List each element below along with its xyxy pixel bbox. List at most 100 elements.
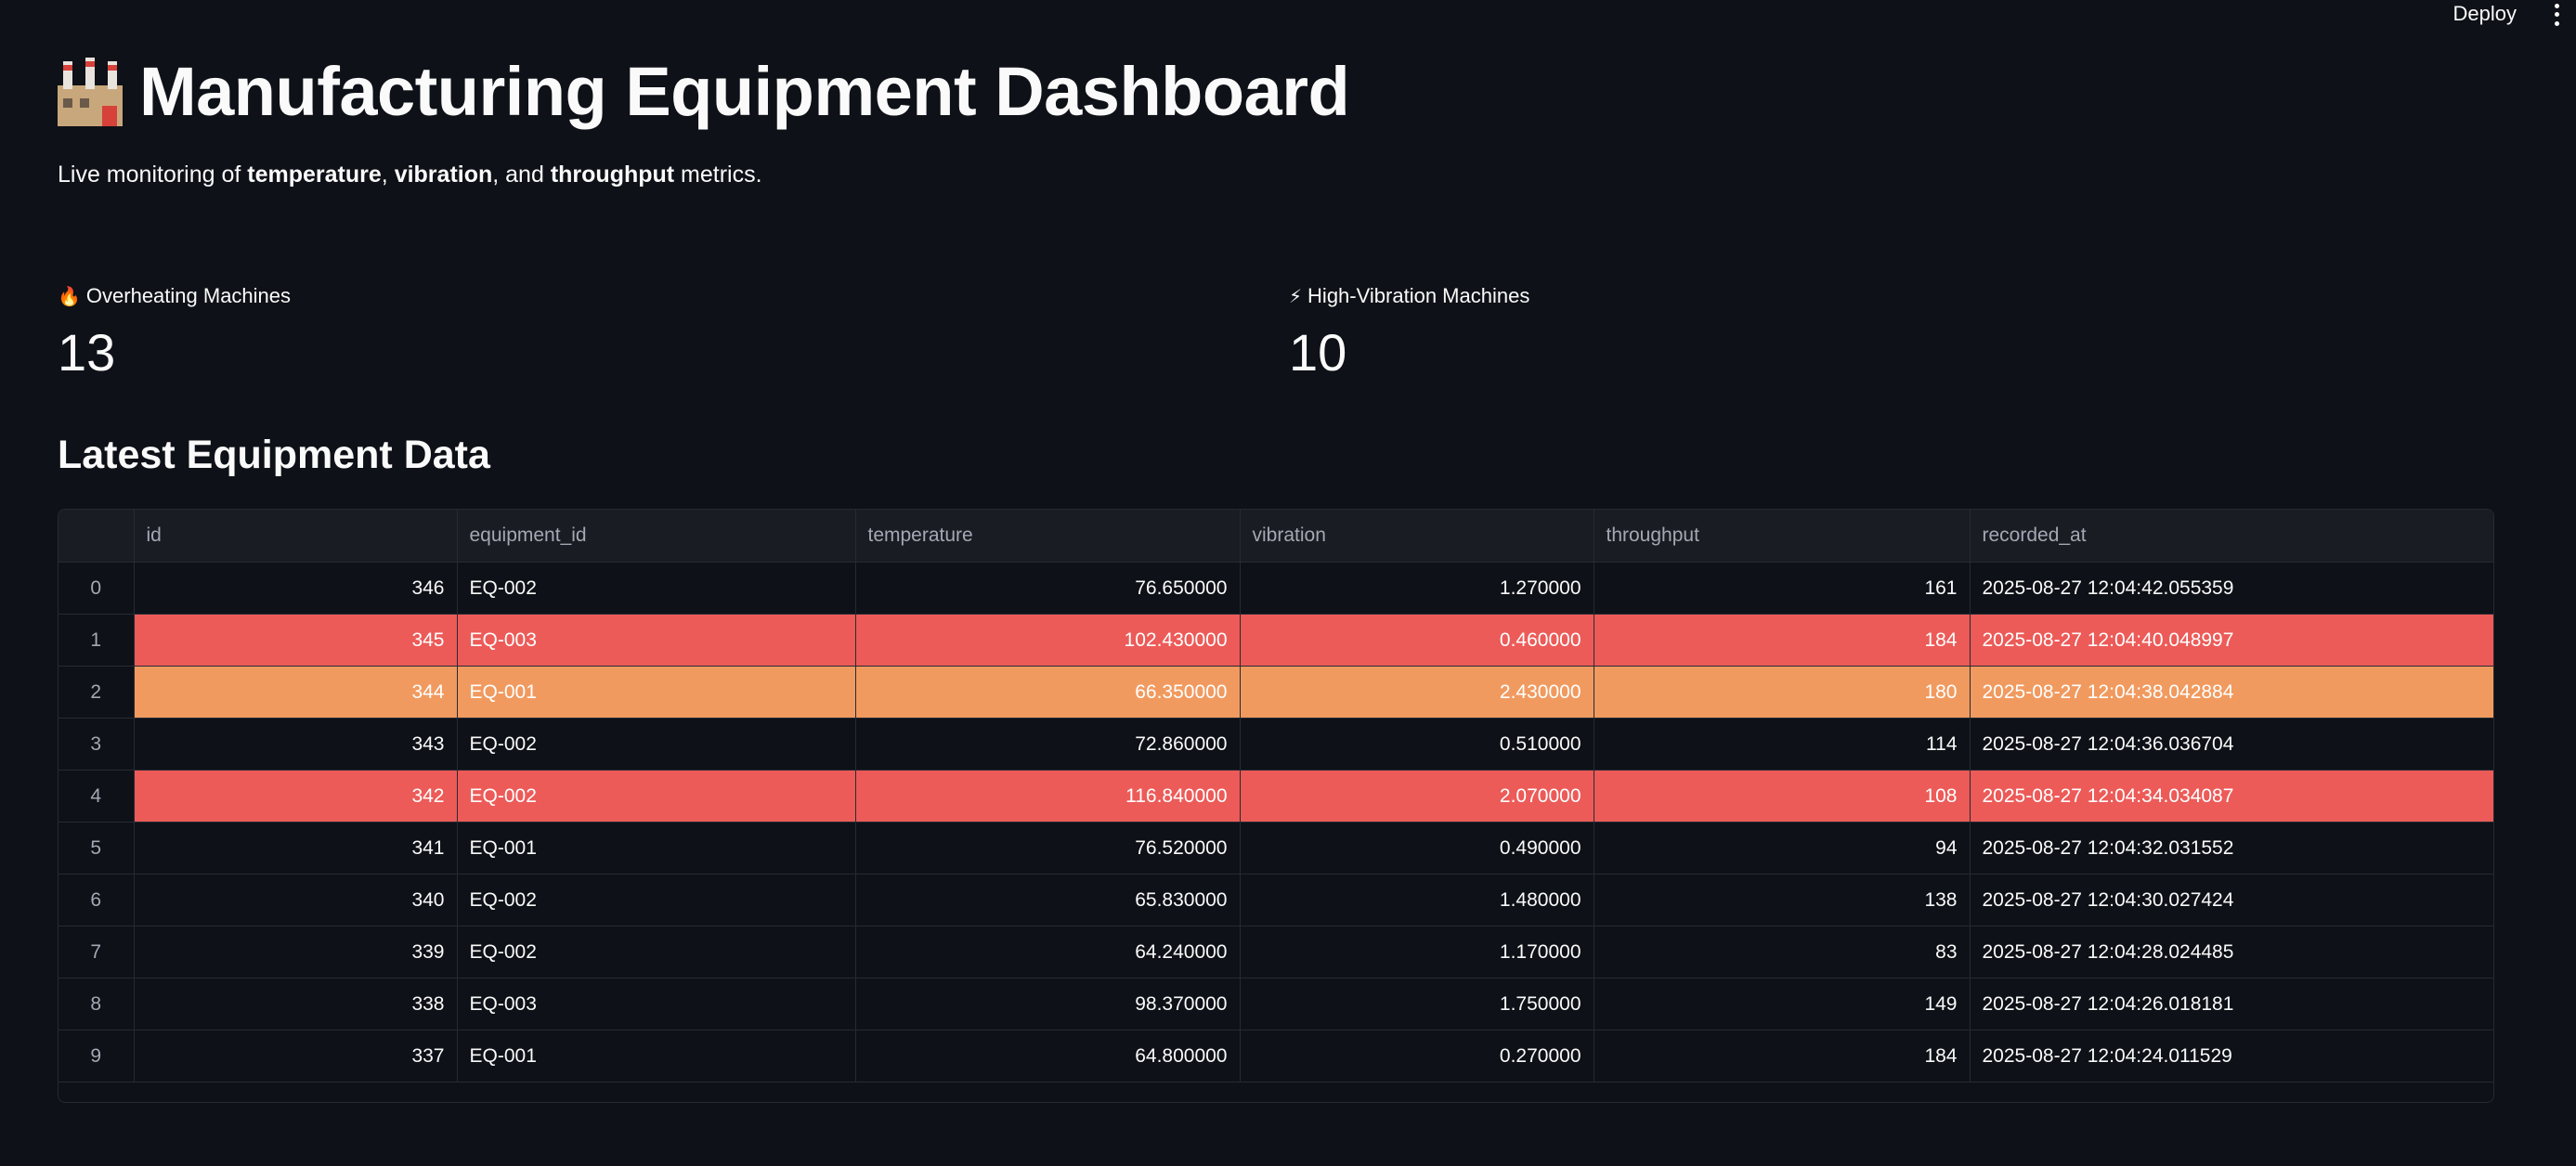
table-row[interactable]: 3 343 EQ-002 72.860000 0.510000 114 2025-08-27…: [59, 718, 2493, 771]
column-header-vibration[interactable]: vibration: [1240, 510, 1594, 563]
cell-equipment-id[interactable]: EQ-001: [457, 822, 856, 874]
cell-throughput[interactable]: 184: [1594, 614, 1971, 667]
cell-id[interactable]: 337: [134, 1030, 458, 1082]
cell-id[interactable]: 346: [134, 562, 458, 615]
table-row[interactable]: 9 337 EQ-001 64.800000 0.270000 184 2025-08-27…: [59, 1030, 2493, 1082]
lightning-icon: ⚡: [1289, 286, 1303, 307]
cell-throughput[interactable]: 161: [1594, 562, 1971, 615]
cell-temperature[interactable]: 65.830000: [855, 874, 1241, 926]
metric-label: High-Vibration Machines: [1308, 284, 1530, 307]
section-title: Latest Equipment Data: [58, 433, 490, 477]
row-index[interactable]: 4: [59, 770, 135, 823]
page-title-text: Manufacturing Equipment Dashboard: [139, 53, 1350, 130]
cell-vibration[interactable]: 0.510000: [1240, 718, 1594, 771]
cell-temperature[interactable]: 102.430000: [855, 614, 1241, 667]
cell-throughput[interactable]: 138: [1594, 874, 1971, 926]
table-row[interactable]: 7 339 EQ-002 64.240000 1.170000 83 2025-08-27 …: [59, 926, 2493, 978]
table-row[interactable]: 6 340 EQ-002 65.830000 1.480000 138 2025-08-27…: [59, 874, 2493, 926]
cell-id[interactable]: 339: [134, 926, 458, 978]
cell-equipment-id[interactable]: EQ-002: [457, 770, 856, 823]
cell-equipment-id[interactable]: EQ-001: [457, 1030, 856, 1082]
cell-throughput[interactable]: 108: [1594, 770, 1971, 823]
top-bar: Deploy: [0, 0, 2576, 32]
cell-recorded-at[interactable]: 2025-08-27 12:04:38.042884: [1970, 666, 2493, 719]
cell-recorded-at[interactable]: 2025-08-27 12:04:40.048997: [1970, 614, 2493, 667]
cell-recorded-at[interactable]: 2025-08-27 12:04:24.011529: [1970, 1030, 2493, 1082]
cell-equipment-id[interactable]: EQ-002: [457, 562, 856, 615]
column-header-equipment-id[interactable]: equipment_id: [457, 510, 856, 563]
cell-id[interactable]: 342: [134, 770, 458, 823]
table-row[interactable]: 4 342 EQ-002 116.840000 2.070000 108 2025-08-2…: [59, 770, 2493, 823]
cell-equipment-id[interactable]: EQ-003: [457, 978, 856, 1030]
cell-recorded-at[interactable]: 2025-08-27 12:04:42.055359: [1970, 562, 2493, 615]
cell-vibration[interactable]: 0.270000: [1240, 1030, 1594, 1082]
cell-vibration[interactable]: 1.270000: [1240, 562, 1594, 615]
cell-equipment-id[interactable]: EQ-001: [457, 666, 856, 719]
more-vertical-icon[interactable]: [2548, 2, 2565, 28]
column-header-recorded-at[interactable]: recorded_at: [1970, 510, 2493, 563]
cell-throughput[interactable]: 184: [1594, 1030, 1971, 1082]
cell-throughput[interactable]: 149: [1594, 978, 1971, 1030]
row-index[interactable]: 7: [59, 926, 135, 978]
cell-equipment-id[interactable]: EQ-002: [457, 874, 856, 926]
cell-vibration[interactable]: 2.070000: [1240, 770, 1594, 823]
cell-id[interactable]: 344: [134, 666, 458, 719]
cell-vibration[interactable]: 1.750000: [1240, 978, 1594, 1030]
table-row[interactable]: 1 345 EQ-003 102.430000 0.460000 184 2025-08-2…: [59, 614, 2493, 667]
cell-temperature[interactable]: 76.520000: [855, 822, 1241, 874]
row-index[interactable]: 8: [59, 978, 135, 1030]
cell-temperature[interactable]: 116.840000: [855, 770, 1241, 823]
factory-icon: [58, 57, 123, 126]
table-row[interactable]: 5 341 EQ-001 76.520000 0.490000 94 2025-08-27 …: [59, 822, 2493, 874]
cell-vibration[interactable]: 1.170000: [1240, 926, 1594, 978]
cell-temperature[interactable]: 98.370000: [855, 978, 1241, 1030]
cell-throughput[interactable]: 114: [1594, 718, 1971, 771]
fire-icon: 🔥: [58, 286, 81, 307]
metric-value: 13: [58, 323, 116, 382]
cell-id[interactable]: 338: [134, 978, 458, 1030]
cell-vibration[interactable]: 1.480000: [1240, 874, 1594, 926]
cell-id[interactable]: 341: [134, 822, 458, 874]
cell-throughput[interactable]: 83: [1594, 926, 1971, 978]
row-index[interactable]: 3: [59, 718, 135, 771]
equipment-data-table[interactable]: id equipment_id temperature vibration th…: [58, 509, 2494, 1103]
cell-throughput[interactable]: 94: [1594, 822, 1971, 874]
page-title: Manufacturing Equipment Dashboard: [58, 52, 1350, 131]
row-index[interactable]: 1: [59, 614, 135, 667]
cell-recorded-at[interactable]: 2025-08-27 12:04:26.018181: [1970, 978, 2493, 1030]
cell-equipment-id[interactable]: EQ-002: [457, 718, 856, 771]
cell-temperature[interactable]: 64.240000: [855, 926, 1241, 978]
row-index[interactable]: 5: [59, 822, 135, 874]
row-index[interactable]: 6: [59, 874, 135, 926]
row-index[interactable]: 2: [59, 666, 135, 719]
cell-vibration[interactable]: 0.460000: [1240, 614, 1594, 667]
row-index[interactable]: 0: [59, 562, 135, 615]
table-row[interactable]: 0 346 EQ-002 76.650000 1.270000 161 2025-08-27…: [59, 562, 2493, 615]
cell-equipment-id[interactable]: EQ-003: [457, 614, 856, 667]
metric-label: Overheating Machines: [85, 284, 292, 307]
cell-equipment-id[interactable]: EQ-002: [457, 926, 856, 978]
cell-id[interactable]: 343: [134, 718, 458, 771]
cell-vibration[interactable]: 0.490000: [1240, 822, 1594, 874]
cell-vibration[interactable]: 2.430000: [1240, 666, 1594, 719]
cell-temperature[interactable]: 66.350000: [855, 666, 1241, 719]
cell-recorded-at[interactable]: 2025-08-27 12:04:32.031552: [1970, 822, 2493, 874]
column-header-id[interactable]: id: [134, 510, 458, 563]
deploy-button[interactable]: Deploy: [2453, 2, 2517, 26]
cell-recorded-at[interactable]: 2025-08-27 12:04:28.024485: [1970, 926, 2493, 978]
row-index[interactable]: 9: [59, 1030, 135, 1082]
cell-throughput[interactable]: 180: [1594, 666, 1971, 719]
cell-recorded-at[interactable]: 2025-08-27 12:04:34.034087: [1970, 770, 2493, 823]
table-row[interactable]: 2 344 EQ-001 66.350000 2.430000 180 2025-08-27…: [59, 666, 2493, 719]
cell-temperature[interactable]: 72.860000: [855, 718, 1241, 771]
cell-recorded-at[interactable]: 2025-08-27 12:04:36.036704: [1970, 718, 2493, 771]
column-header-temperature[interactable]: temperature: [855, 510, 1241, 563]
cell-temperature[interactable]: 76.650000: [855, 562, 1241, 615]
cell-id[interactable]: 340: [134, 874, 458, 926]
cell-id[interactable]: 345: [134, 614, 458, 667]
column-header-throughput[interactable]: throughput: [1594, 510, 1971, 563]
cell-temperature[interactable]: 64.800000: [855, 1030, 1241, 1082]
cell-recorded-at[interactable]: 2025-08-27 12:04:30.027424: [1970, 874, 2493, 926]
column-header-index[interactable]: [59, 510, 135, 563]
table-row[interactable]: 8 338 EQ-003 98.370000 1.750000 149 2025-08-27…: [59, 978, 2493, 1030]
